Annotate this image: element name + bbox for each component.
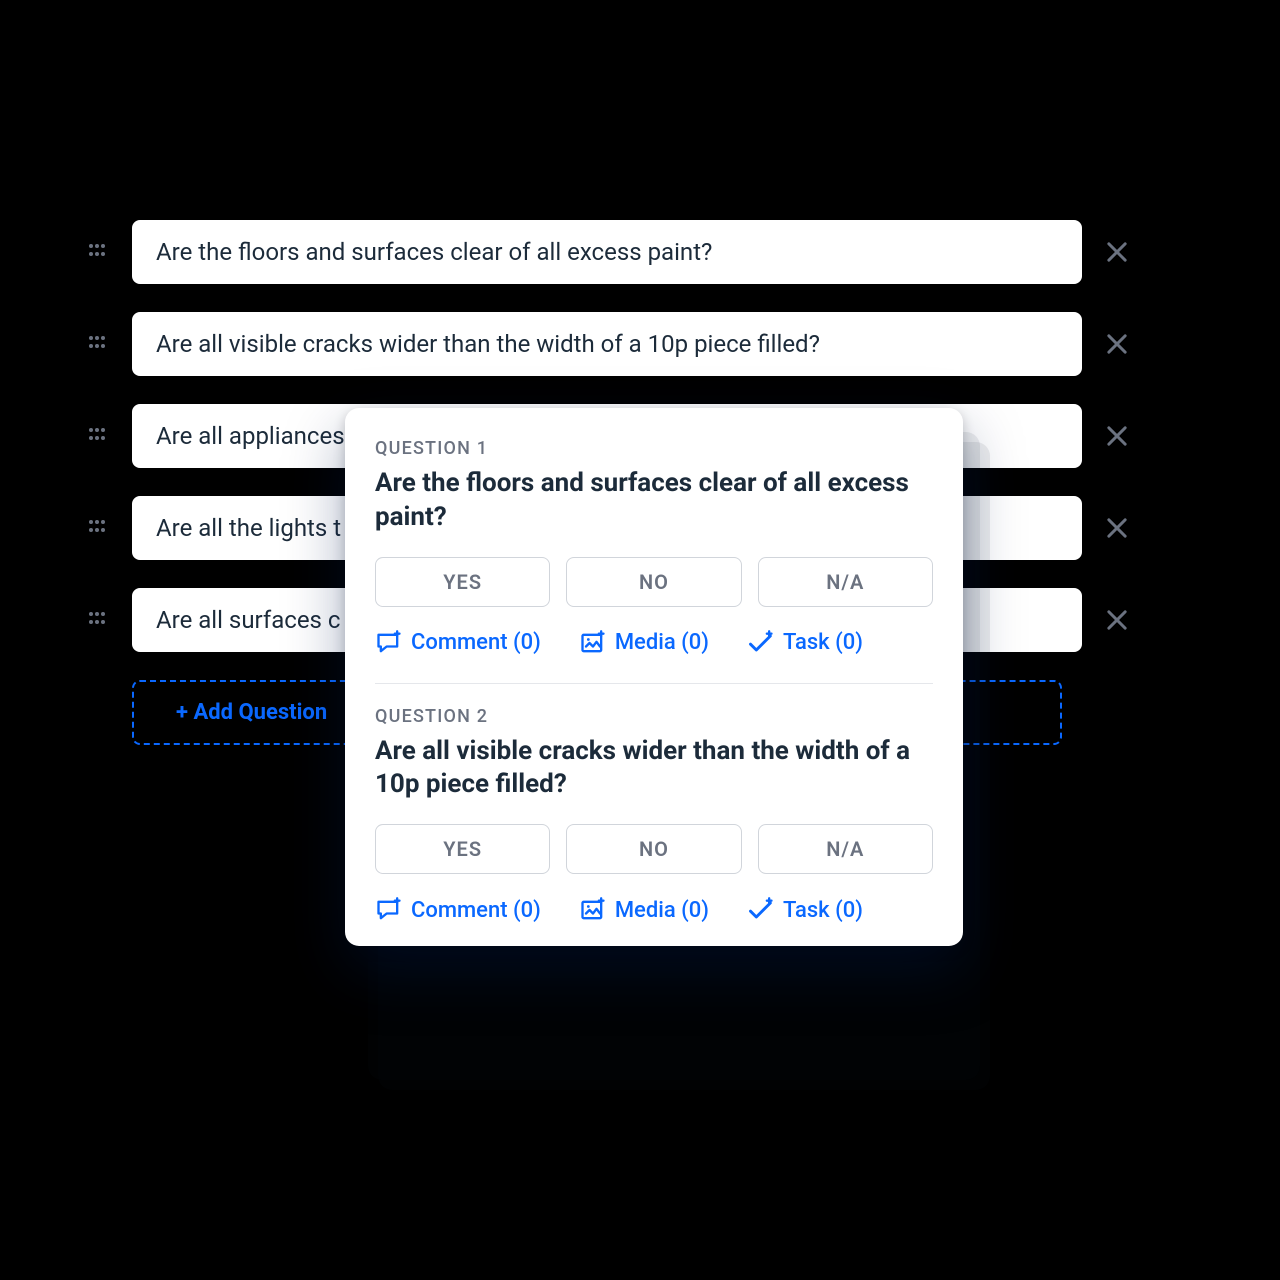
task-icon: [747, 896, 775, 924]
comment-label: Comment (0): [411, 898, 541, 923]
comment-icon: [375, 896, 403, 924]
comment-action[interactable]: Comment (0): [375, 629, 541, 657]
task-action[interactable]: Task (0): [747, 896, 863, 924]
question-label: QUESTION 1: [375, 438, 933, 459]
drag-handle-icon[interactable]: [82, 332, 112, 356]
question-title: Are the floors and surfaces clear of all…: [375, 467, 933, 535]
task-icon: [747, 629, 775, 657]
preview-question: QUESTION 2 Are all visible cracks wider …: [375, 706, 933, 925]
answer-no-button[interactable]: NO: [566, 824, 741, 874]
answer-na-button[interactable]: N/A: [758, 824, 933, 874]
media-action[interactable]: Media (0): [579, 896, 709, 924]
drag-handle-icon[interactable]: [82, 516, 112, 540]
action-links: Comment (0) Media (0) Task (0): [375, 896, 933, 924]
delete-question-button[interactable]: [1102, 605, 1132, 635]
question-text-field[interactable]: Are the floors and surfaces clear of all…: [132, 220, 1082, 284]
action-links: Comment (0) Media (0) Task (0): [375, 629, 933, 657]
comment-action[interactable]: Comment (0): [375, 896, 541, 924]
media-icon: [579, 629, 607, 657]
task-action[interactable]: Task (0): [747, 629, 863, 657]
answer-no-button[interactable]: NO: [566, 557, 741, 607]
media-action[interactable]: Media (0): [579, 629, 709, 657]
drag-handle-icon[interactable]: [82, 424, 112, 448]
media-label: Media (0): [615, 898, 709, 923]
question-row: Are the floors and surfaces clear of all…: [82, 220, 1132, 284]
question-title: Are all visible cracks wider than the wi…: [375, 735, 933, 803]
task-label: Task (0): [783, 898, 863, 923]
delete-question-button[interactable]: [1102, 513, 1132, 543]
answer-buttons: YES NO N/A: [375, 557, 933, 607]
question-label: QUESTION 2: [375, 706, 933, 727]
drag-handle-icon[interactable]: [82, 608, 112, 632]
drag-handle-icon[interactable]: [82, 240, 112, 264]
answer-buttons: YES NO N/A: [375, 824, 933, 874]
delete-question-button[interactable]: [1102, 237, 1132, 267]
delete-question-button[interactable]: [1102, 421, 1132, 451]
comment-label: Comment (0): [411, 630, 541, 655]
answer-na-button[interactable]: N/A: [758, 557, 933, 607]
question-row: Are all visible cracks wider than the wi…: [82, 312, 1132, 376]
answer-yes-button[interactable]: YES: [375, 824, 550, 874]
answer-yes-button[interactable]: YES: [375, 557, 550, 607]
delete-question-button[interactable]: [1102, 329, 1132, 359]
question-text-field[interactable]: Are all visible cracks wider than the wi…: [132, 312, 1082, 376]
question-preview-card: QUESTION 1 Are the floors and surfaces c…: [345, 408, 963, 946]
divider: [375, 683, 933, 684]
media-label: Media (0): [615, 630, 709, 655]
task-label: Task (0): [783, 630, 863, 655]
preview-question: QUESTION 1 Are the floors and surfaces c…: [375, 438, 933, 657]
media-icon: [579, 896, 607, 924]
comment-icon: [375, 629, 403, 657]
